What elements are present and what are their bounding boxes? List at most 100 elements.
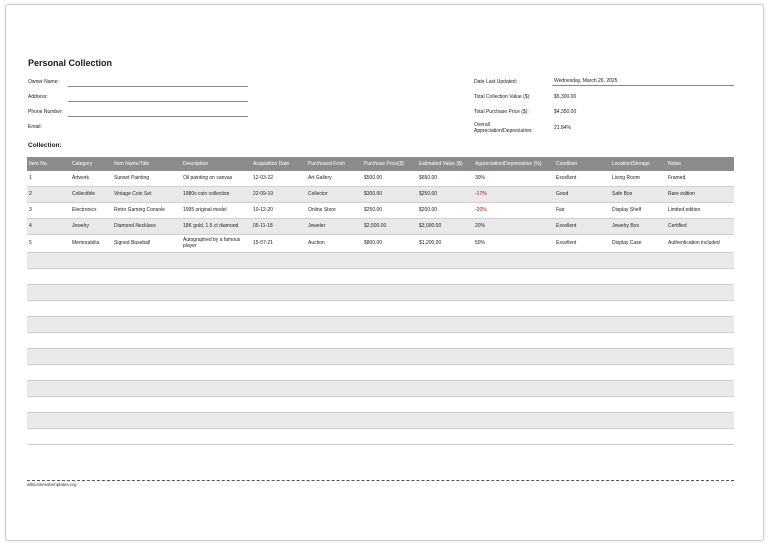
table-cell[interactable] xyxy=(181,300,251,317)
table-cell[interactable] xyxy=(251,332,306,349)
table-cell[interactable]: Display Shelf xyxy=(610,202,666,219)
table-cell[interactable]: Online Store xyxy=(306,202,362,219)
table-cell[interactable] xyxy=(181,332,251,349)
table-cell[interactable] xyxy=(417,284,473,301)
table-row[interactable]: 2 Collectible Vintage Coin Set 1980s coin c… xyxy=(27,186,734,203)
column-header[interactable]: Acquisition Date xyxy=(251,157,306,171)
table-cell[interactable]: Oil painting on canvas xyxy=(181,171,251,187)
column-header[interactable]: Purchase Price($) xyxy=(362,157,417,171)
table-cell[interactable] xyxy=(362,300,417,317)
table-cell[interactable] xyxy=(473,380,554,397)
table-cell[interactable] xyxy=(251,268,306,285)
table-row[interactable]: 5 Memorabilia Signed Baseball Autographed b… xyxy=(27,234,734,253)
table-cell[interactable] xyxy=(417,300,473,317)
table-cell[interactable]: Electronics xyxy=(70,202,112,219)
table-cell[interactable] xyxy=(306,428,362,445)
table-cell[interactable] xyxy=(417,268,473,285)
table-cell[interactable] xyxy=(362,348,417,365)
table-cell[interactable]: 1 xyxy=(27,171,70,187)
table-cell[interactable] xyxy=(27,332,70,349)
table-cell[interactable]: 3 xyxy=(27,202,70,219)
table-cell[interactable]: Auction xyxy=(306,234,362,253)
table-cell[interactable] xyxy=(610,332,666,349)
table-cell[interactable] xyxy=(417,396,473,413)
table-cell[interactable] xyxy=(554,300,610,317)
table-cell[interactable]: -17% xyxy=(473,186,554,203)
table-cell[interactable] xyxy=(306,412,362,429)
table-cell[interactable] xyxy=(251,252,306,269)
column-header[interactable]: Item Name/Title xyxy=(112,157,181,171)
table-cell[interactable] xyxy=(112,412,181,429)
table-cell[interactable] xyxy=(27,348,70,365)
table-cell[interactable]: Living Room xyxy=(610,171,666,187)
table-cell[interactable] xyxy=(70,412,112,429)
table-cell[interactable] xyxy=(70,284,112,301)
table-cell[interactable] xyxy=(27,284,70,301)
table-cell[interactable] xyxy=(610,348,666,365)
table-cell[interactable] xyxy=(251,316,306,333)
table-cell[interactable] xyxy=(181,268,251,285)
table-cell[interactable] xyxy=(610,428,666,445)
table-cell[interactable] xyxy=(362,396,417,413)
table-cell[interactable]: Authentication included xyxy=(666,234,734,253)
table-cell[interactable]: Excellent xyxy=(554,171,610,187)
phone-number-field[interactable] xyxy=(68,116,248,117)
table-cell[interactable] xyxy=(181,364,251,381)
column-header[interactable]: Item No. xyxy=(27,157,70,171)
table-cell[interactable]: Good xyxy=(554,186,610,203)
table-cell[interactable]: $250.00 xyxy=(362,202,417,219)
table-cell[interactable]: Autographed by a famous player xyxy=(181,234,251,253)
table-cell[interactable]: Sunset Painting xyxy=(112,171,181,187)
table-cell[interactable]: Rare edition xyxy=(666,186,734,203)
table-cell[interactable] xyxy=(362,316,417,333)
table-cell[interactable] xyxy=(27,300,70,317)
table-row[interactable]: 3 Electronics Retro Gaming Console 1995 ori… xyxy=(27,202,734,219)
table-cell[interactable]: 50% xyxy=(473,234,554,253)
table-cell[interactable]: 1995 original model xyxy=(181,202,251,219)
empty-table-row[interactable] xyxy=(27,380,734,397)
table-cell[interactable] xyxy=(473,284,554,301)
column-header[interactable]: Notes xyxy=(666,157,734,171)
table-cell[interactable]: Collector xyxy=(306,186,362,203)
table-cell[interactable] xyxy=(666,332,734,349)
table-cell[interactable] xyxy=(251,348,306,365)
table-cell[interactable] xyxy=(554,348,610,365)
table-cell[interactable]: Signed Baseball xyxy=(112,234,181,253)
table-cell[interactable] xyxy=(473,300,554,317)
table-cell[interactable] xyxy=(27,252,70,269)
table-cell[interactable] xyxy=(306,380,362,397)
table-cell[interactable]: 18K gold, 1.5 ct diamond xyxy=(181,218,251,235)
footer-link[interactable]: allbusinesstemplates.org xyxy=(27,482,77,487)
table-cell[interactable] xyxy=(610,252,666,269)
table-cell[interactable] xyxy=(666,396,734,413)
table-cell[interactable] xyxy=(70,396,112,413)
table-cell[interactable] xyxy=(554,380,610,397)
table-cell[interactable] xyxy=(181,428,251,445)
table-cell[interactable] xyxy=(112,300,181,317)
table-cell[interactable] xyxy=(70,252,112,269)
empty-table-row[interactable] xyxy=(27,364,734,381)
table-cell[interactable] xyxy=(112,428,181,445)
table-cell[interactable] xyxy=(417,412,473,429)
table-cell[interactable]: Certified xyxy=(666,218,734,235)
empty-table-row[interactable] xyxy=(27,412,734,429)
table-cell[interactable] xyxy=(610,300,666,317)
table-cell[interactable]: Display Case xyxy=(610,234,666,253)
table-cell[interactable] xyxy=(666,300,734,317)
table-cell[interactable] xyxy=(666,364,734,381)
address-field[interactable] xyxy=(68,101,248,102)
table-cell[interactable]: Excellent xyxy=(554,218,610,235)
table-cell[interactable]: Jewelry xyxy=(70,218,112,235)
table-cell[interactable] xyxy=(610,284,666,301)
table-cell[interactable] xyxy=(70,268,112,285)
table-cell[interactable] xyxy=(362,252,417,269)
table-cell[interactable] xyxy=(251,380,306,397)
table-cell[interactable] xyxy=(70,348,112,365)
table-cell[interactable] xyxy=(112,364,181,381)
empty-table-row[interactable] xyxy=(27,348,734,365)
table-cell[interactable] xyxy=(362,412,417,429)
column-header[interactable]: Condition xyxy=(554,157,610,171)
table-cell[interactable] xyxy=(70,380,112,397)
table-cell[interactable]: Retro Gaming Console xyxy=(112,202,181,219)
table-cell[interactable] xyxy=(473,396,554,413)
